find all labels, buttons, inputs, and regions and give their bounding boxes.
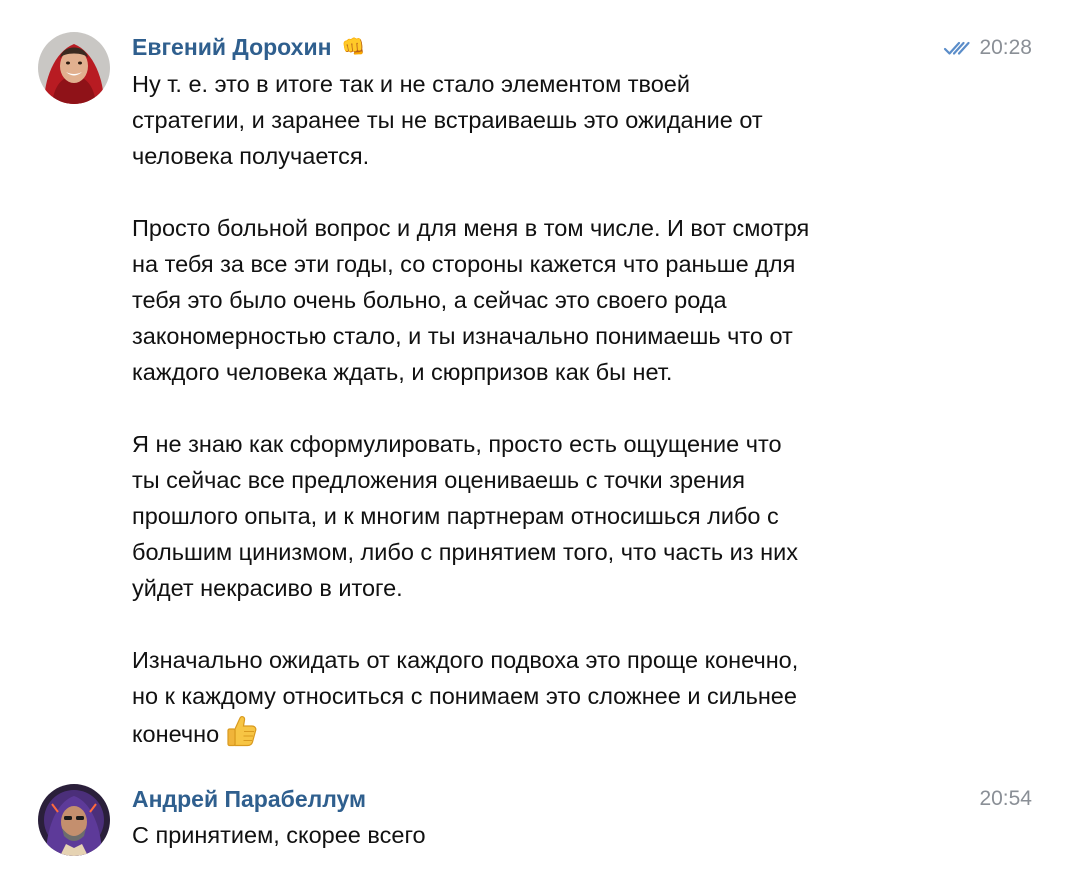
- message-time: 20:54: [979, 787, 1032, 810]
- avatar[interactable]: [38, 784, 110, 856]
- author-name-text: Евгений Дорохин: [132, 34, 332, 60]
- message-paragraph-last: Изначально ожидать от каждого подвоха эт…: [132, 642, 932, 752]
- message-paragraph: Я не знаю как сформулировать, просто ест…: [132, 431, 798, 601]
- message-paragraph: Просто больной вопрос и для меня в том ч…: [132, 215, 810, 385]
- message-text: Ну т. е. это в итоге так и не стало элем…: [132, 66, 932, 752]
- message-meta: 20:28: [943, 34, 1032, 62]
- fist-bump-icon: 👊: [341, 37, 366, 58]
- author-name[interactable]: Андрей Парабеллум: [132, 785, 366, 813]
- author-name[interactable]: Евгений Дорохин 👊: [132, 33, 365, 62]
- message-time: 20:28: [979, 36, 1032, 59]
- message-meta: 20:54: [979, 785, 1032, 813]
- avatar-image: [38, 784, 110, 856]
- avatar-image: [38, 32, 110, 104]
- message-text: С принятием, скорее всего: [132, 817, 932, 853]
- message-paragraph: Ну т. е. это в итоге так и не стало элем…: [132, 71, 763, 169]
- avatar[interactable]: [38, 32, 110, 104]
- thumbs-up-icon: [227, 716, 257, 747]
- message-paragraph: С принятием, скорее всего: [132, 822, 426, 848]
- double-check-icon: [944, 41, 971, 55]
